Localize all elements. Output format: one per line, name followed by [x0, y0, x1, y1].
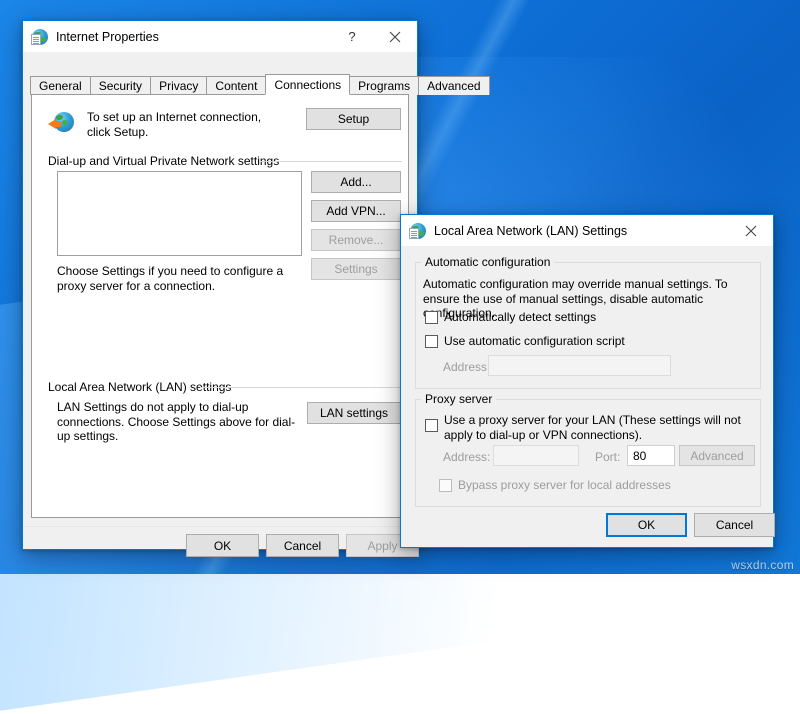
- globe-setup-icon: [48, 109, 78, 135]
- tab-privacy[interactable]: Privacy: [150, 76, 207, 95]
- auto-detect-checkbox[interactable]: [425, 311, 438, 324]
- tab-general[interactable]: General: [30, 76, 91, 95]
- footer-divider: [23, 526, 417, 527]
- tab-connections[interactable]: Connections: [265, 74, 350, 95]
- lan-settings-titlebar[interactable]: Local Area Network (LAN) Settings: [401, 215, 773, 246]
- internet-properties-titlebar[interactable]: Internet Properties ?: [23, 21, 417, 52]
- setup-description: To set up an Internet connection, click …: [87, 110, 287, 139]
- tabstrip: General Security Privacy Content Connect…: [23, 73, 417, 94]
- tab-programs[interactable]: Programs: [349, 76, 419, 95]
- auto-script-checkbox[interactable]: [425, 335, 438, 348]
- auto-script-address-label: Address: [443, 360, 487, 375]
- proxy-port-input: 80: [627, 445, 675, 466]
- tab-advanced[interactable]: Advanced: [418, 76, 489, 95]
- ok-button[interactable]: OK: [186, 534, 259, 557]
- lan-settings-window: Local Area Network (LAN) Settings Automa…: [400, 214, 774, 548]
- dialup-settings-hint: Choose Settings if you need to configure…: [57, 264, 302, 293]
- lan-settings-button[interactable]: LAN settings: [307, 402, 401, 424]
- internet-properties-icon: [32, 29, 48, 45]
- help-button[interactable]: ?: [332, 21, 372, 52]
- lan-description: LAN Settings do not apply to dial-up con…: [57, 400, 297, 444]
- proxy-group-label: Proxy server: [421, 392, 496, 406]
- settings-button: Settings: [311, 258, 401, 280]
- lan-group-rule: [200, 387, 402, 388]
- proxy-port-label: Port:: [595, 450, 620, 465]
- auto-script-address-input: [488, 355, 671, 376]
- cancel-button[interactable]: Cancel: [266, 534, 339, 557]
- internet-properties-window: Internet Properties ? General Security P…: [22, 20, 418, 550]
- close-icon[interactable]: [372, 21, 417, 52]
- site-watermark: wsxdn.com: [731, 558, 794, 572]
- bypass-proxy-checkbox: [439, 479, 452, 492]
- advanced-button: Advanced: [679, 445, 755, 466]
- proxy-address-label: Address:: [443, 450, 490, 465]
- use-proxy-checkbox[interactable]: [425, 419, 438, 432]
- auto-detect-label[interactable]: Automatically detect settings: [444, 310, 596, 325]
- use-proxy-label[interactable]: Use a proxy server for your LAN (These s…: [444, 413, 754, 442]
- connections-tab-panel: To set up an Internet connection, click …: [31, 94, 409, 518]
- dialup-group-label: Dial-up and Virtual Private Network sett…: [48, 154, 279, 168]
- dialup-group-rule: [260, 161, 402, 162]
- lan-settings-title: Local Area Network (LAN) Settings: [434, 224, 627, 238]
- tab-security[interactable]: Security: [90, 76, 151, 95]
- lan-settings-icon: [410, 223, 426, 239]
- internet-properties-title: Internet Properties: [56, 30, 159, 44]
- add-button[interactable]: Add...: [311, 171, 401, 193]
- tab-content[interactable]: Content: [206, 76, 266, 95]
- setup-button[interactable]: Setup: [306, 108, 401, 130]
- remove-button: Remove...: [311, 229, 401, 251]
- proxy-port-value: 80: [633, 449, 646, 463]
- lan-ok-button[interactable]: OK: [606, 513, 687, 537]
- add-vpn-button[interactable]: Add VPN...: [311, 200, 401, 222]
- bypass-proxy-label: Bypass proxy server for local addresses: [458, 478, 671, 493]
- auto-script-label[interactable]: Use automatic configuration script: [444, 334, 625, 349]
- dialup-connections-list[interactable]: [57, 171, 302, 256]
- auto-config-group-label: Automatic configuration: [421, 255, 554, 269]
- lan-cancel-button[interactable]: Cancel: [694, 513, 775, 537]
- lan-close-icon[interactable]: [728, 215, 773, 246]
- proxy-address-input: [493, 445, 579, 466]
